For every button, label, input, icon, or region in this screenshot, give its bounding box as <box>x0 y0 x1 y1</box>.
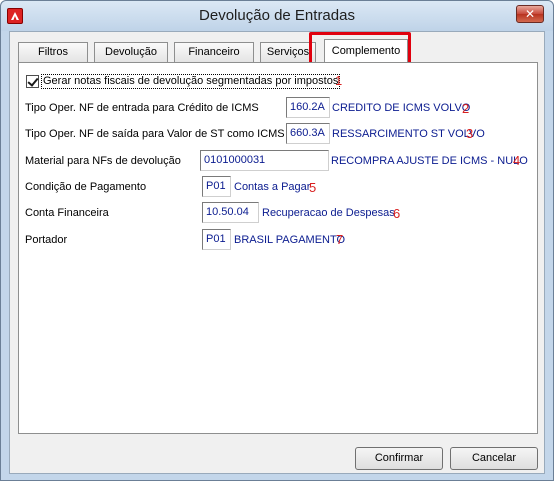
entry-credit-op-input[interactable]: 160.2A <box>286 97 330 118</box>
annotation-number: 6 <box>393 206 401 221</box>
exit-st-op-input[interactable]: 660.3A <box>286 123 330 144</box>
row-label: Tipo Oper. NF de entrada para Crédito de… <box>25 102 259 114</box>
material-input[interactable]: 0101000031 <box>200 150 329 171</box>
segmented-invoices-label[interactable]: Gerar notas fiscais de devolução segment… <box>41 74 341 89</box>
row-description: BRASIL PAGAMENTO <box>234 234 346 246</box>
row-label: Material para NFs de devolução <box>25 155 181 167</box>
annotation-number: 7 <box>336 232 344 247</box>
row-label: Condição de Pagamento <box>25 181 147 193</box>
title-bar[interactable]: Devolução de Entradas ✕ <box>1 1 553 31</box>
carrier-input[interactable]: P01 <box>202 229 231 250</box>
row-description: Contas a Pagar <box>234 181 311 193</box>
row-label: Tipo Oper. NF de saída para Valor de ST … <box>25 128 285 140</box>
annotation-number: 4 <box>513 153 521 168</box>
row-description: RESSARCIMENTO ST VOLVO <box>332 128 485 140</box>
annotation-number: 5 <box>309 180 317 195</box>
tab-complemento[interactable]: Complemento <box>324 39 408 63</box>
tab-financeiro[interactable]: Financeiro <box>174 42 254 62</box>
close-button[interactable]: ✕ <box>516 5 544 23</box>
tab-devolucao[interactable]: Devolução <box>94 42 168 62</box>
financial-account-input[interactable]: 10.50.04 <box>202 202 259 223</box>
row-label: Conta Financeira <box>25 207 109 219</box>
row-description: CREDITO DE ICMS VOLVO <box>332 102 471 114</box>
payment-condition-input[interactable]: P01 <box>202 176 231 197</box>
annotation-number: 1 <box>335 73 343 88</box>
annotation-number: 2 <box>462 101 470 116</box>
row-description: Recuperacao de Despesas <box>262 207 395 219</box>
tab-filtros[interactable]: Filtros <box>18 42 88 62</box>
dialog-body: Filtros Devolução Financeiro Serviços Co… <box>9 31 545 474</box>
tab-servicos[interactable]: Serviços <box>260 42 316 62</box>
row-description: RECOMPRA AJUSTE DE ICMS - NULO <box>331 155 528 167</box>
window-title: Devolução de Entradas <box>199 7 355 24</box>
annotation-number: 3 <box>466 126 474 141</box>
segmented-invoices-checkbox[interactable] <box>26 75 39 88</box>
dialog-window: Devolução de Entradas ✕ Filtros Devoluçã… <box>0 0 554 481</box>
row-label: Portador <box>25 234 68 246</box>
tab-panel-complemento <box>18 62 538 434</box>
cancel-button[interactable]: Cancelar <box>450 447 538 470</box>
confirm-button[interactable]: Confirmar <box>355 447 443 470</box>
